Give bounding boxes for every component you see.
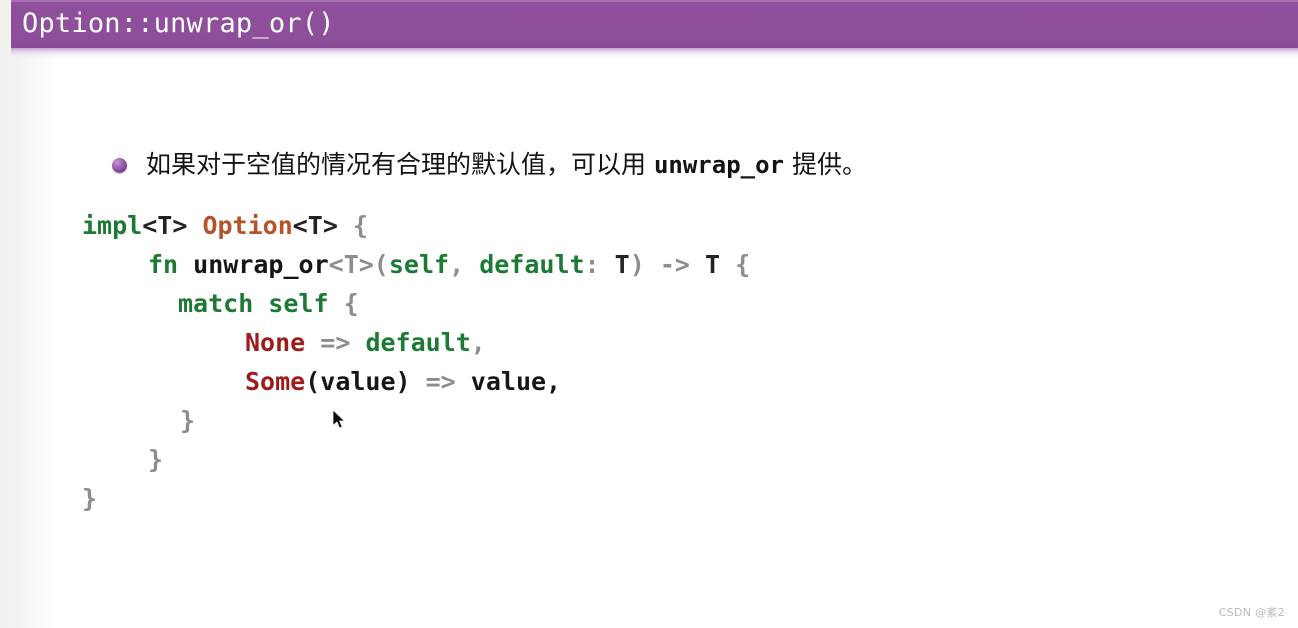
code-token: , <box>449 250 480 279</box>
code-token: fn <box>148 250 179 279</box>
bullet-sphere-icon <box>112 157 127 173</box>
slide-title-bar-highlight <box>11 0 1298 2</box>
code-block: impl<T> Option<T> {fn unwrap_or<T>(self,… <box>82 206 750 518</box>
code-token: None <box>245 328 306 357</box>
code-token: } <box>148 445 164 474</box>
page-title: Option::unwrap_or() <box>22 8 335 39</box>
bullet-item-text: 如果对于空值的情况有合理的默认值，可以用 unwrap_or 提供。 <box>146 148 867 182</box>
code-token: { <box>337 211 369 240</box>
code-token: unwrap_or <box>193 250 329 279</box>
code-line: None => default, <box>82 323 750 362</box>
code-token: , <box>470 328 486 357</box>
code-token: => <box>410 367 471 396</box>
code-token: T <box>614 250 630 279</box>
code-token: ( <box>373 250 389 279</box>
code-token: match self <box>178 289 329 318</box>
code-line: impl<T> Option<T> { <box>82 206 750 245</box>
slide-left-edge-gradient <box>0 0 56 628</box>
csdn-watermark: CSDN @紊2 <box>1218 606 1285 619</box>
code-token: { <box>720 250 751 279</box>
code-token: { <box>328 289 359 318</box>
code-token: impl <box>82 211 143 240</box>
code-token: -> <box>644 250 705 279</box>
slide-canvas: Option::unwrap_or() 如果对于空值的情况有合理的默认值，可以用… <box>0 0 1298 628</box>
slide-title-underglow <box>11 48 1298 61</box>
code-token: default <box>365 328 471 357</box>
bullet-text-before: 如果对于空值的情况有合理的默认值，可以用 <box>146 150 654 179</box>
code-line: } <box>82 479 750 518</box>
code-token: } <box>180 406 196 435</box>
code-line: match self { <box>82 284 750 323</box>
code-token: ) <box>629 250 645 279</box>
code-token: T <box>705 250 721 279</box>
code-token: } <box>82 484 98 513</box>
code-token: Some <box>245 367 306 396</box>
code-token: => <box>305 328 366 357</box>
code-token: <T> <box>142 211 188 240</box>
code-token: <T> <box>328 250 374 279</box>
code-token: Option <box>202 211 293 240</box>
code-token: default <box>479 250 585 279</box>
code-token: self <box>388 250 450 279</box>
code-token: value, <box>470 367 562 396</box>
code-line: Some(value) => value, <box>82 362 750 401</box>
code-token: <T> <box>292 211 338 240</box>
bullet-text-after: 提供。 <box>784 150 867 179</box>
code-token: : <box>584 250 615 279</box>
code-line: fn unwrap_or<T>(self, default: T) -> T { <box>82 245 750 284</box>
bullet-code-term: unwrap_or <box>653 151 784 179</box>
code-line: } <box>82 401 750 440</box>
code-token: (value) <box>305 367 411 396</box>
code-line: } <box>82 440 750 479</box>
bullet-list-item: 如果对于空值的情况有合理的默认值，可以用 unwrap_or 提供。 <box>112 148 867 182</box>
